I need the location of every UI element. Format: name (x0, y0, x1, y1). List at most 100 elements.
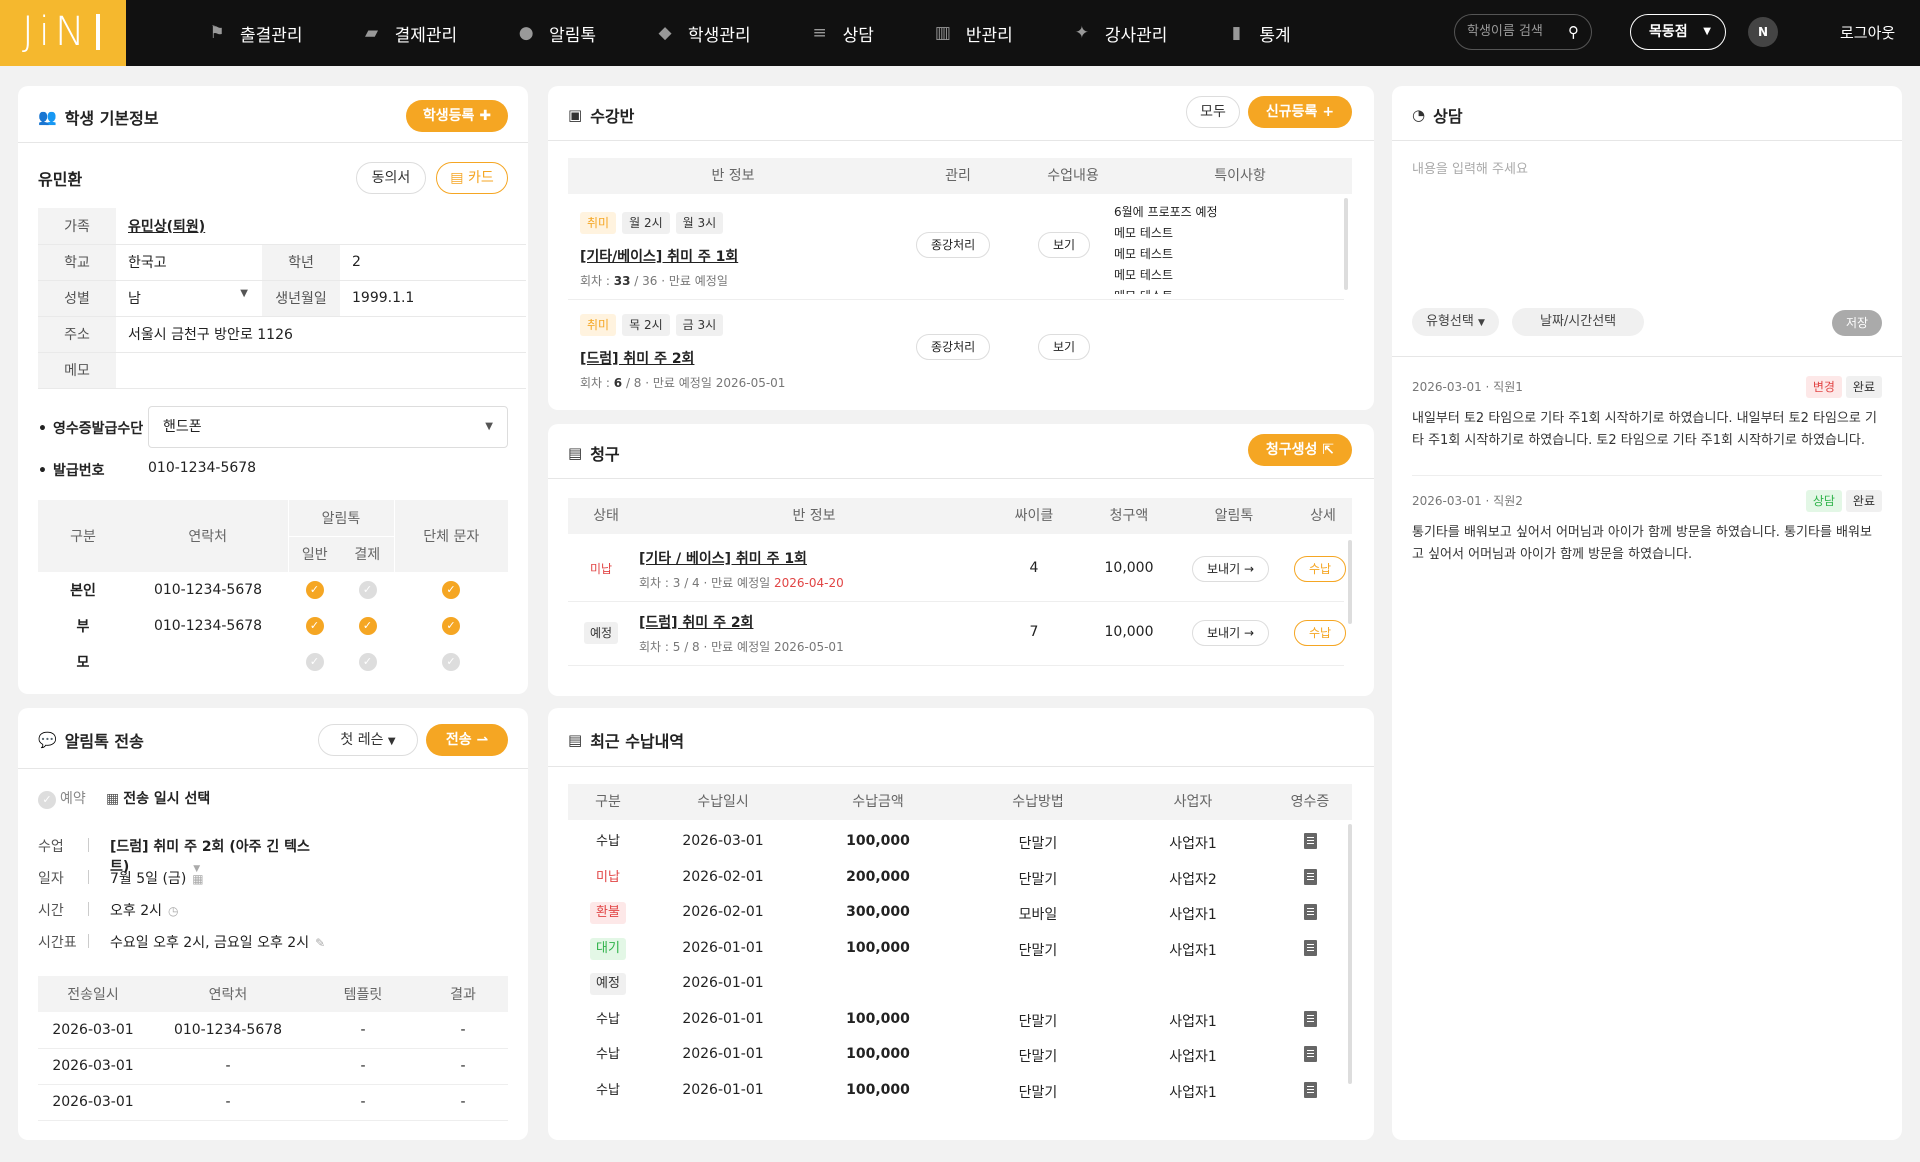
column-header: 결과 (418, 976, 508, 1012)
view-content-button[interactable]: 보기 (1038, 334, 1091, 360)
receipt-button[interactable] (1268, 1046, 1352, 1066)
card-button[interactable]: ▤ 카드 (436, 162, 508, 194)
contact-phone: 010-1234-5678 (153, 582, 263, 598)
end-course-button[interactable]: 종강처리 (916, 334, 991, 360)
contact-normal-check[interactable]: ✓ (288, 644, 341, 680)
view-content-button[interactable]: 보기 (1038, 232, 1091, 258)
send-alimtalk-button[interactable]: 보내기 → (1192, 620, 1270, 646)
logout-button[interactable]: 로그아웃 (1840, 0, 1895, 66)
contact-pay-check[interactable]: ✓ (341, 572, 394, 608)
field-value[interactable]: 7월 5일 (금) ▦ (110, 868, 204, 888)
receive-payment-button[interactable]: 수납 (1294, 620, 1346, 646)
branch-select[interactable]: 목동점 ▼ (1630, 14, 1726, 50)
alimtalk-history-table: 전송일시 연락처 템플릿 결과 2026-03-01 010-1234-5678- -20… (38, 976, 508, 1121)
document-icon (1303, 1046, 1317, 1062)
class-name-link[interactable]: [기타/베이스] 취미 주 1회 (580, 246, 738, 266)
wallet-icon: ▰ (365, 23, 379, 43)
class-name-link[interactable]: [드럼] 취미 주 2회 (580, 348, 694, 368)
field-value[interactable]: 수요일 오후 2시, 금요일 오후 2시 ✎ (110, 932, 325, 952)
document-icon (1303, 1010, 1317, 1027)
scrollbar[interactable] (1344, 198, 1348, 290)
scrollbar[interactable] (1348, 824, 1352, 1084)
memo-value[interactable] (116, 352, 526, 389)
add-user-icon: ✚ (479, 108, 492, 124)
new-class-button[interactable]: 신규등록 + (1248, 96, 1352, 128)
bill-class-link[interactable]: [기타 / 베이스] 취미 주 1회 (639, 548, 807, 568)
consent-button[interactable]: 동의서 (356, 162, 426, 194)
check-icon: ✓ (358, 581, 377, 599)
schedule-tag: 월 3시 (675, 212, 724, 234)
school-value[interactable]: 한국고 (116, 244, 262, 281)
send-alimtalk-button[interactable]: 보내기 → (1192, 556, 1270, 582)
scrollbar[interactable] (1348, 540, 1352, 624)
check-icon: ✓ (442, 581, 460, 599)
session-count: 33 (613, 274, 631, 288)
grade-value[interactable]: 2 (340, 244, 526, 281)
nav-item-2[interactable]: ● 알림톡 (515, 21, 596, 46)
gender-select[interactable]: 남 ▼ (116, 280, 262, 317)
datetime-picker[interactable]: ▦ 전송 일시 선택 (106, 788, 210, 808)
template-select[interactable]: 첫 레슨 ▼ (318, 724, 418, 756)
datetime-select[interactable]: 날짜/시간선택 (1512, 308, 1645, 336)
end-course-button[interactable]: 종강처리 (916, 232, 991, 258)
table-cell: 2026-03-01 (38, 1084, 148, 1121)
create-bill-button[interactable]: 청구생성 ⇱ (1248, 434, 1352, 466)
field-value[interactable]: 오후 2시 ◷ (110, 900, 178, 920)
nav-item-label: 학생관리 (688, 25, 751, 46)
receipt-method-select[interactable]: 핸드폰 ▼ (148, 406, 508, 448)
search-icon[interactable]: ⚲ (1568, 15, 1579, 49)
contact-group-check[interactable]: ✓ (394, 572, 508, 608)
contact-pay-check[interactable]: ✓ (341, 644, 394, 680)
contact-group-check[interactable]: ✓ (394, 644, 508, 680)
check-icon: ✓ (442, 653, 460, 671)
birth-value[interactable]: 1999.1.1 (340, 280, 526, 317)
issue-number-value[interactable]: 010-1234-5678 (148, 460, 256, 476)
address-value[interactable]: 서울시 금천구 방안로 1126 (116, 316, 526, 353)
nav-item-1[interactable]: ▰ 결제관리 (361, 21, 457, 46)
nav-item-6[interactable]: ✦ 강사관리 (1071, 21, 1168, 46)
reserve-checkbox[interactable]: ✓ 예약 (38, 788, 86, 809)
contact-normal-check[interactable]: ✓ (288, 608, 341, 644)
table-cell: 010-1234-5678 (148, 1012, 308, 1049)
receipt-button[interactable] (1268, 1081, 1352, 1102)
status-badge: 예정 (584, 622, 619, 644)
nav-item-4[interactable]: ≡ 상담 (809, 21, 873, 46)
consult-textarea[interactable]: 내용을 입력해 주세요 (1412, 158, 1882, 318)
payment-amount: 300,000 (846, 904, 910, 920)
show-all-button[interactable]: 모두 (1186, 96, 1240, 128)
app-logo[interactable]: JiN (0, 0, 126, 66)
check-icon: ✓ (358, 617, 377, 635)
family-link[interactable]: 유민상(퇴원) (116, 208, 526, 245)
type-select[interactable]: 유형선택 ▼ (1412, 308, 1499, 336)
register-student-button[interactable]: 학생등록 ✚ (406, 100, 508, 132)
consult-entry[interactable]: 2026-03-01 · 직원2 상담 완료 통기타를 배워보고 싶어서 어머님과 아… (1412, 490, 1882, 590)
nav-item-0[interactable]: ⚑ 출결관리 (206, 21, 302, 46)
contact-group-check[interactable]: ✓ (394, 608, 508, 644)
contact-type: 본인 (70, 583, 96, 599)
birth-label: 생년월일 (262, 280, 340, 317)
bill-meta: 회차 : 3 / 4 · 만료 예정일 2026-04-20 (639, 574, 844, 591)
consult-entry[interactable]: 2026-03-01 · 직원1 변경 완료 내일부터 토2 타임으로 기타 주1회 … (1412, 376, 1882, 476)
receipt-button[interactable] (1268, 939, 1352, 960)
send-button[interactable]: 전송 ⇀ (426, 724, 508, 756)
bill-class-link[interactable]: [드럼] 취미 주 2회 (639, 612, 753, 632)
nav-item-7[interactable]: ▮ 통계 (1225, 21, 1291, 46)
contact-type: 부 (76, 619, 90, 635)
schedule-tag: 목 2시 (622, 314, 670, 336)
student-search-input[interactable]: 학생이름 검색 ⚲ (1454, 14, 1592, 50)
column-header: 상태 (593, 508, 619, 524)
nav-item-5[interactable]: ▥ 반관리 (932, 21, 1013, 46)
save-button[interactable]: 저장 (1832, 310, 1882, 336)
cycle-value: 4 (1029, 560, 1039, 576)
receive-payment-button[interactable]: 수납 (1294, 556, 1346, 582)
notion-icon[interactable]: N (1748, 17, 1778, 47)
receipt-button[interactable] (1268, 904, 1352, 924)
receipt-button[interactable] (1268, 833, 1352, 853)
receipt-button[interactable] (1268, 1010, 1352, 1031)
contact-normal-check[interactable]: ✓ (288, 572, 341, 608)
column-header: 싸이클 (1014, 508, 1054, 524)
arrow-right-icon: → (1243, 562, 1255, 576)
contact-pay-check[interactable]: ✓ (341, 608, 394, 644)
nav-item-3[interactable]: ◆ 학생관리 (654, 21, 751, 46)
receipt-button[interactable] (1268, 868, 1352, 889)
